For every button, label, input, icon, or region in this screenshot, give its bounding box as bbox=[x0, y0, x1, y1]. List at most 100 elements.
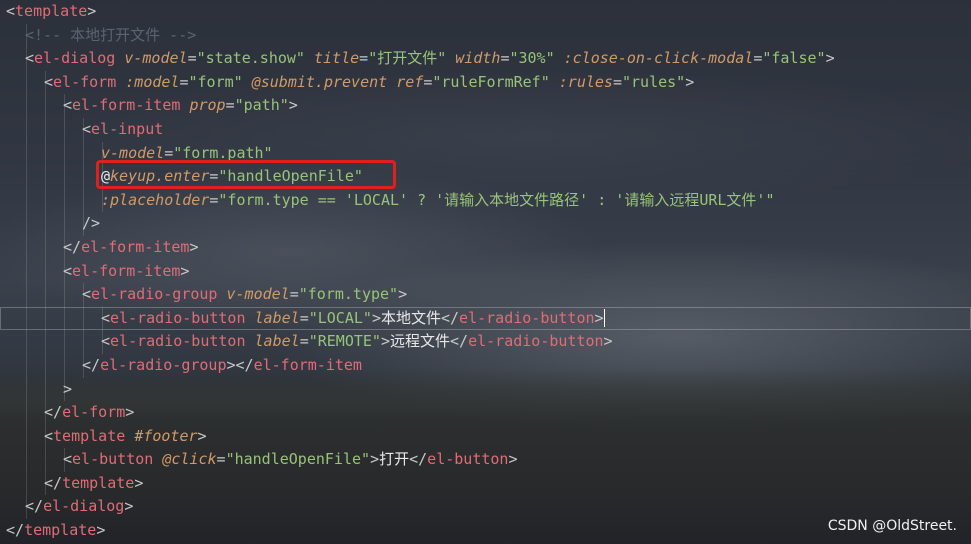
code-token-brk: > bbox=[380, 332, 390, 351]
indent-guide bbox=[26, 424, 27, 449]
code-line[interactable]: <el-input bbox=[0, 117, 971, 142]
code-token-attr: :model bbox=[125, 72, 180, 91]
code-line[interactable]: :placeholder="form.type == 'LOCAL' ? '请输… bbox=[0, 188, 971, 213]
indent-guide bbox=[64, 330, 65, 354]
text-cursor bbox=[603, 309, 605, 328]
code-token-brk: </ bbox=[25, 497, 44, 516]
code-token-tag: template bbox=[15, 2, 88, 20]
code-token-brk: </ bbox=[440, 308, 460, 327]
indent-guide bbox=[26, 353, 27, 378]
code-token-attr: width bbox=[455, 49, 501, 68]
indent-guide bbox=[64, 212, 65, 236]
indent-guide bbox=[45, 259, 46, 284]
indent-guide bbox=[83, 188, 84, 213]
code-token-brk: > bbox=[825, 49, 835, 68]
code-token-str: "rules" bbox=[622, 72, 686, 91]
code-line[interactable]: <el-radio-button label="LOCAL">本地文件</el-… bbox=[0, 306, 971, 331]
code-token-attr: #footer bbox=[134, 426, 198, 445]
code-token-brk: > bbox=[134, 473, 144, 492]
indent-guide bbox=[83, 330, 84, 354]
code-token-tag: el-radio-button bbox=[110, 332, 246, 351]
code-line-content: /> bbox=[82, 212, 100, 236]
code-line[interactable]: <template> bbox=[0, 0, 971, 24]
code-token-brk: </ bbox=[82, 355, 101, 374]
code-token-brk: > bbox=[180, 261, 190, 280]
indent-guide bbox=[64, 165, 65, 189]
code-line[interactable]: </el-form> bbox=[0, 401, 971, 425]
code-token-brk: < bbox=[44, 72, 54, 91]
code-line[interactable]: <el-form-item prop="path"> bbox=[0, 94, 971, 118]
code-editor[interactable]: <template> <!-- 本地打开文件 --> <el-dialog v-mo… bbox=[0, 0, 971, 544]
code-line[interactable]: </template> bbox=[0, 519, 971, 543]
code-token-brk: /> bbox=[82, 214, 101, 233]
code-token-eq: = bbox=[299, 332, 309, 351]
code-token-brk: < bbox=[63, 96, 73, 115]
indent-guide bbox=[45, 117, 46, 142]
code-token-attr: v-model bbox=[226, 285, 290, 304]
indent-guide bbox=[26, 212, 27, 236]
code-token-eq: = bbox=[216, 450, 226, 469]
indent-guide bbox=[64, 306, 65, 331]
code-token-tag: el-dialog bbox=[43, 497, 125, 516]
indent-guide bbox=[45, 448, 46, 472]
indent-guide bbox=[83, 165, 84, 189]
code-line[interactable]: <el-form-item> bbox=[0, 259, 971, 284]
code-line[interactable]: /> bbox=[0, 212, 971, 236]
indent-guide bbox=[45, 165, 46, 189]
code-line[interactable]: <!-- 本地打开文件 --> bbox=[0, 23, 971, 48]
code-line[interactable]: <template #footer> bbox=[0, 424, 971, 449]
code-area[interactable]: <template> <!-- 本地打开文件 --> <el-dialog v-mo… bbox=[0, 0, 971, 543]
code-line[interactable]: > bbox=[0, 377, 971, 402]
code-line[interactable]: </el-radio-group></el-form-item bbox=[0, 353, 971, 378]
code-token-attr: v-model bbox=[101, 143, 165, 162]
indent-guide bbox=[45, 353, 46, 378]
code-line[interactable]: <el-radio-group v-model="form.type"> bbox=[0, 283, 971, 307]
code-token-brk: < bbox=[63, 450, 73, 469]
code-token-brk: > bbox=[197, 426, 207, 445]
code-token-brk: > bbox=[370, 450, 380, 469]
code-token-str: "打开文件" bbox=[368, 49, 447, 68]
code-token-tag: el-form bbox=[62, 403, 126, 422]
indent-guide bbox=[83, 141, 84, 166]
code-token-brk: > bbox=[398, 285, 408, 304]
indent-guide bbox=[26, 188, 27, 213]
code-line[interactable]: <el-radio-button label="REMOTE">远程文件</el… bbox=[0, 330, 971, 354]
code-token-brk: < bbox=[25, 49, 35, 68]
code-line[interactable]: </el-dialog> bbox=[0, 495, 971, 520]
indent-guide bbox=[26, 377, 27, 402]
code-token-str: "form" bbox=[188, 72, 243, 91]
indent-guide bbox=[26, 70, 27, 95]
code-line-content: <template> bbox=[6, 0, 96, 24]
code-line-content: <el-radio-button label="REMOTE">远程文件</el… bbox=[101, 330, 613, 354]
code-token-tag: template bbox=[53, 426, 126, 445]
code-token-str: "handleOpenFile" bbox=[225, 450, 371, 469]
code-token-brk: > bbox=[594, 308, 604, 327]
code-token-brk: </ bbox=[63, 237, 82, 256]
code-token-brk: < bbox=[101, 308, 111, 327]
code-line-content: </el-dialog> bbox=[25, 495, 133, 519]
code-token-tag: template bbox=[62, 473, 135, 492]
code-token-attr: label bbox=[254, 332, 300, 351]
code-token-tag: el-dialog bbox=[34, 49, 116, 68]
code-token-eq: = bbox=[423, 72, 433, 91]
code-line-content: <!-- 本地打开文件 --> bbox=[25, 24, 196, 48]
code-token-attr: :rules bbox=[558, 72, 613, 91]
code-line[interactable]: </el-form-item> bbox=[0, 235, 971, 260]
code-line[interactable]: <el-dialog v-model="state.show" title="打… bbox=[0, 47, 971, 71]
code-token-eq: = bbox=[225, 96, 235, 115]
code-token-brk: > bbox=[124, 497, 134, 516]
code-line[interactable]: </template> bbox=[0, 471, 971, 496]
code-token-txt: 远程文件 bbox=[390, 332, 451, 351]
code-line[interactable]: <el-form :model="form" @submit.prevent r… bbox=[0, 70, 971, 95]
code-token-tag: template bbox=[24, 521, 97, 540]
code-line[interactable]: <el-button @click="handleOpenFile">打开</e… bbox=[0, 448, 971, 472]
code-token-brk: </ bbox=[6, 521, 25, 540]
code-token-str: "30%" bbox=[509, 49, 555, 68]
code-line-content: </template> bbox=[6, 519, 105, 543]
indent-guide bbox=[26, 94, 27, 118]
